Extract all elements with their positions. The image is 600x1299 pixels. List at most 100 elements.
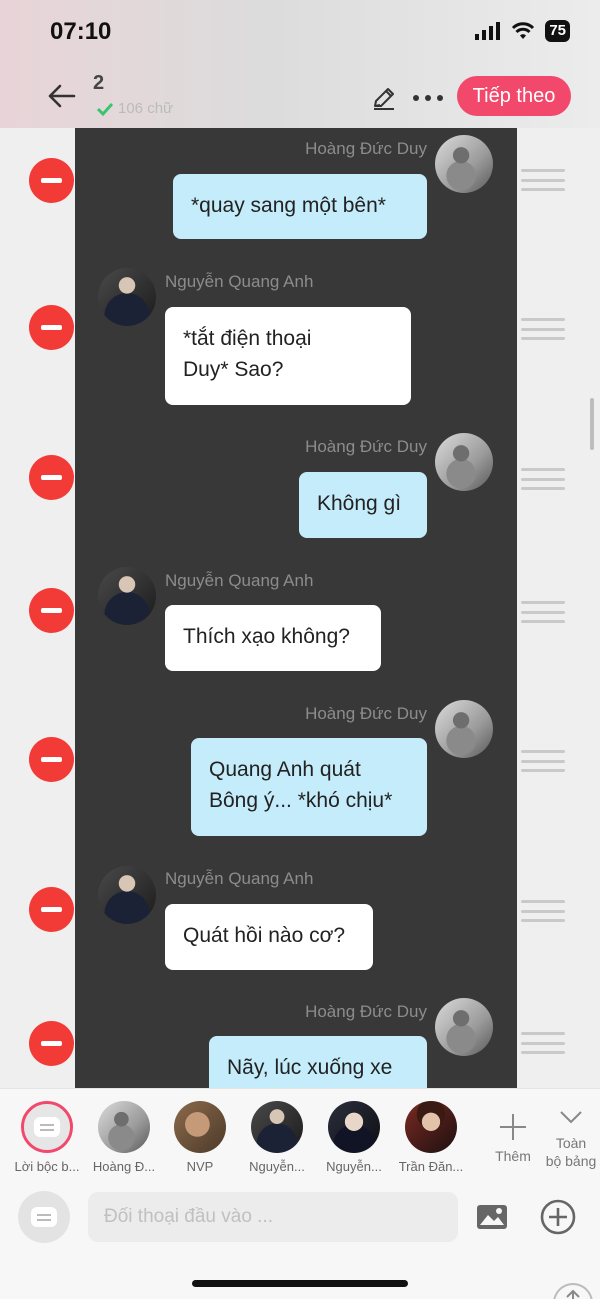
message-text: Quát hồi nào cơ? <box>183 924 346 947</box>
character-avatar <box>251 1101 303 1153</box>
speaker-avatar[interactable] <box>98 567 156 625</box>
narration-icon <box>34 1117 60 1137</box>
delete-message-button[interactable] <box>29 887 74 932</box>
scroll-up-button[interactable] <box>553 1283 593 1299</box>
dialogue-input[interactable]: Đối thoại đầu vào ... <box>88 1192 458 1242</box>
status-icons: 75 <box>475 20 570 42</box>
header: 07:10 75 2 106 chữ Tiếp theo <box>0 0 600 128</box>
drag-handle[interactable] <box>521 750 565 772</box>
speaker-name: Nguyễn Quang Anh <box>165 869 314 888</box>
more-dots-icon <box>413 95 443 101</box>
speaker-name: Nguyễn Quang Anh <box>165 272 314 291</box>
edit-button[interactable] <box>370 84 398 112</box>
speaker-name: Hoàng Đức Duy <box>305 704 427 723</box>
drag-handle[interactable] <box>521 169 565 191</box>
character-item[interactable]: Trần Đăn... <box>396 1101 466 1174</box>
narration-icon <box>31 1207 57 1227</box>
back-button[interactable] <box>46 80 78 112</box>
delete-message-button[interactable] <box>29 158 74 203</box>
battery-indicator: 75 <box>545 20 570 42</box>
delete-message-button[interactable] <box>29 737 74 782</box>
message-text: *tắt điện thoại <box>183 327 312 350</box>
plus-icon <box>500 1114 526 1140</box>
next-button[interactable]: Tiếp theo <box>457 76 571 116</box>
arrow-up-icon <box>566 1289 580 1299</box>
speaker-avatar[interactable] <box>98 866 156 924</box>
narration-toggle-button[interactable] <box>18 1191 70 1243</box>
speaker-avatar[interactable] <box>435 433 493 491</box>
message-text: Không gì <box>317 492 402 515</box>
wifi-icon <box>512 22 535 39</box>
character-item[interactable]: Nguyễn... <box>319 1101 389 1174</box>
plus-circle-icon <box>540 1199 576 1235</box>
narrator-avatar <box>21 1101 73 1153</box>
character-item[interactable]: Hoàng Đ... <box>89 1101 159 1174</box>
character-label: Hoàng Đ... <box>92 1159 156 1174</box>
speaker-name: Hoàng Đức Duy <box>305 1002 427 1021</box>
full-board-button[interactable]: Toàn bộ bảng <box>542 1101 600 1170</box>
drag-handle[interactable] <box>521 601 565 623</box>
speaker-name: Hoàng Đức Duy <box>305 437 427 456</box>
add-character-label: Thêm <box>495 1148 531 1164</box>
message-bubble[interactable]: Quát hồi nào cơ? <box>165 904 373 970</box>
character-item[interactable]: NVP <box>165 1101 235 1174</box>
character-label: Lời bộc b... <box>14 1159 80 1174</box>
character-label: NVP <box>186 1159 214 1174</box>
speaker-avatar[interactable] <box>435 998 493 1056</box>
signal-icon <box>475 22 501 40</box>
more-options-button[interactable] <box>410 84 446 112</box>
home-indicator <box>192 1280 408 1287</box>
image-icon <box>477 1205 507 1229</box>
status-time: 07:10 <box>50 18 112 45</box>
message-text: Duy* Sao? <box>183 358 284 381</box>
delete-message-button[interactable] <box>29 1021 74 1066</box>
character-label: Nguyễn... <box>326 1159 382 1174</box>
drag-handle[interactable] <box>521 900 565 922</box>
drag-handle[interactable] <box>521 318 565 340</box>
add-character-button[interactable]: Thêm <box>486 1103 540 1164</box>
character-avatar <box>174 1101 226 1153</box>
full-board-label-1: Toàn <box>555 1135 587 1151</box>
word-count: 106 chữ <box>96 100 173 117</box>
delete-message-button[interactable] <box>29 588 74 633</box>
message-bubble[interactable]: *tắt điện thoại Duy* Sao? <box>165 307 411 405</box>
character-narrator[interactable]: Lời bộc b... <box>12 1101 82 1174</box>
character-avatar <box>405 1101 457 1153</box>
chevron-down-icon <box>560 1111 582 1124</box>
speaker-avatar[interactable] <box>435 700 493 758</box>
drag-handle[interactable] <box>521 1032 565 1054</box>
chapter-count: 2 <box>93 72 105 94</box>
check-icon <box>96 102 114 116</box>
back-arrow-icon <box>48 84 76 108</box>
scroll-indicator[interactable] <box>590 398 594 450</box>
word-count-text: 106 chữ <box>118 100 174 117</box>
delete-message-button[interactable] <box>29 455 74 500</box>
speaker-avatar[interactable] <box>98 268 156 326</box>
drag-handle[interactable] <box>521 468 565 490</box>
bottom-toolbar: Lời bộc b... Hoàng Đ... NVP Nguyễn... Ng… <box>0 1088 600 1299</box>
delete-message-button[interactable] <box>29 305 74 350</box>
message-bubble[interactable]: Không gì <box>299 472 427 538</box>
character-label: Trần Đăn... <box>398 1159 464 1174</box>
message-bubble[interactable]: *quay sang một bên* <box>173 174 427 239</box>
message-row: Hoàng Đức Duy Nãy, lúc xuống xe <box>0 994 600 1088</box>
message-text: *quay sang một bên* <box>191 194 386 217</box>
full-board-label-2: bộ bảng <box>545 1153 597 1169</box>
character-item[interactable]: Nguyễn... <box>242 1101 312 1174</box>
character-avatar <box>98 1101 150 1153</box>
pencil-icon <box>374 88 394 110</box>
message-text: Thích xạo không? <box>183 625 350 648</box>
add-content-button[interactable] <box>538 1197 578 1237</box>
message-bubble[interactable]: Nãy, lúc xuống xe <box>209 1036 427 1088</box>
speaker-avatar[interactable] <box>435 135 493 193</box>
speaker-name: Hoàng Đức Duy <box>305 139 427 158</box>
message-text: Quang Anh quát <box>209 758 361 781</box>
message-bubble[interactable]: Thích xạo không? <box>165 605 381 671</box>
input-row: Đối thoại đầu vào ... <box>0 1189 600 1245</box>
character-picker: Lời bộc b... Hoàng Đ... NVP Nguyễn... Ng… <box>0 1101 600 1181</box>
insert-image-button[interactable] <box>474 1199 510 1235</box>
character-avatar <box>328 1101 380 1153</box>
message-text: Bông ý... *khó chịu* <box>209 789 393 812</box>
message-bubble[interactable]: Quang Anh quát Bông ý... *khó chịu* <box>191 738 427 836</box>
character-label: Nguyễn... <box>249 1159 305 1174</box>
